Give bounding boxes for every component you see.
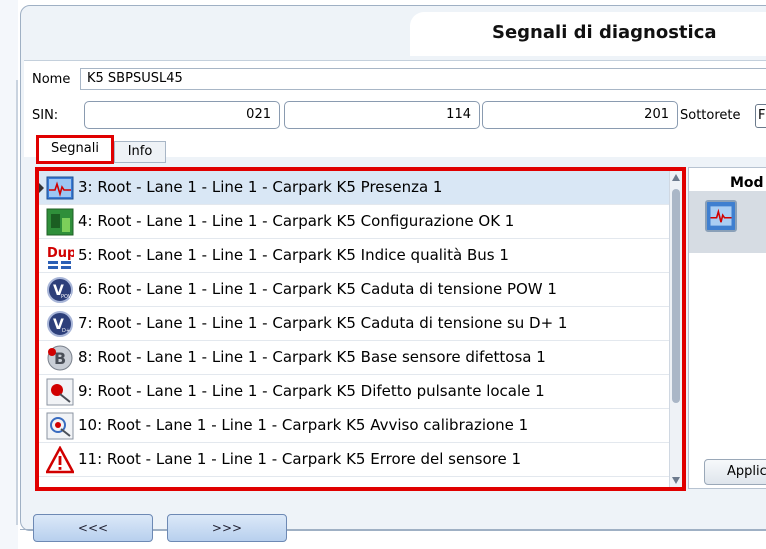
signal-row[interactable]: B 8: Root - Lane 1 - Line 1 - Carpark K5… [39, 341, 670, 375]
mode-signal-icon[interactable] [705, 200, 737, 232]
sin-field-3[interactable]: 201 [482, 101, 678, 129]
signal-label: 8: Root - Lane 1 - Line 1 - Carpark K5 B… [78, 348, 546, 366]
signal-label: 4: Root - Lane 1 - Line 1 - Carpark K5 C… [78, 212, 515, 230]
list-scrollbar[interactable] [669, 171, 682, 487]
signal-label: 5: Root - Lane 1 - Line 1 - Carpark K5 I… [78, 246, 509, 264]
presence-signal-icon [46, 176, 74, 200]
signal-label: 10: Root - Lane 1 - Line 1 - Carpark K5 … [78, 416, 529, 434]
left-margin [0, 0, 18, 549]
local-button-fault-icon [46, 378, 74, 406]
svg-text:D+: D+ [62, 328, 70, 334]
sensor-base-fault-icon: B [47, 345, 73, 371]
sin-field-2[interactable]: 114 [284, 101, 480, 129]
voltage-drop-pow-icon: V POW [47, 277, 73, 303]
signal-label: 7: Root - Lane 1 - Line 1 - Carpark K5 C… [78, 314, 568, 332]
svg-text:POW: POW [61, 294, 73, 300]
signal-row[interactable]: 11: Root - Lane 1 - Line 1 - Carpark K5 … [39, 443, 670, 477]
signal-row[interactable]: V POW 6: Root - Lane 1 - Line 1 - Carpar… [39, 273, 670, 307]
calibration-warning-icon [46, 412, 74, 440]
voltage-drop-d-icon: V D+ [47, 311, 73, 337]
subnet-field[interactable]: F [755, 104, 766, 128]
page-title: Segnali di diagnostica [492, 22, 717, 43]
signal-row[interactable]: 9: Root - Lane 1 - Line 1 - Carpark K5 D… [39, 375, 670, 409]
current-row-indicator [39, 183, 44, 193]
signal-row[interactable]: V D+ 7: Root - Lane 1 - Line 1 - Carpark… [39, 307, 670, 341]
signals-list: 3: Root - Lane 1 - Line 1 - Carpark K5 P… [35, 167, 686, 491]
name-value: K5 SBPSUSL45 [87, 71, 183, 86]
signals-list-viewport: 3: Root - Lane 1 - Line 1 - Carpark K5 P… [39, 171, 670, 487]
sin-label: SIN: [32, 108, 59, 123]
mode-label: Mod [730, 175, 764, 191]
signal-label: 9: Root - Lane 1 - Line 1 - Carpark K5 D… [78, 382, 545, 400]
name-label: Nome [32, 72, 71, 87]
signal-label: 3: Root - Lane 1 - Line 1 - Carpark K5 P… [78, 178, 443, 196]
signal-row[interactable]: Dup 5: Root - Lane 1 - Line 1 - Carpark … [39, 239, 670, 273]
signal-label: 11: Root - Lane 1 - Line 1 - Carpark K5 … [78, 450, 522, 468]
dup-icon: Dup [47, 246, 74, 269]
configuration-ok-icon [46, 208, 74, 236]
svg-text:Dup: Dup [47, 246, 74, 261]
scroll-up-icon[interactable] [672, 174, 680, 181]
subnet-label: Sottorete [680, 108, 741, 123]
signal-label: 6: Root - Lane 1 - Line 1 - Carpark K5 C… [78, 280, 557, 298]
sin-field-1[interactable]: 021 [84, 101, 280, 129]
scroll-thumb[interactable] [672, 189, 680, 403]
previous-button[interactable]: <<< [33, 514, 153, 542]
warning-triangle-icon [46, 446, 74, 474]
tab-info[interactable]: Info [114, 141, 166, 163]
signal-row[interactable]: 4: Root - Lane 1 - Line 1 - Carpark K5 C… [39, 205, 670, 239]
tab-segnali[interactable]: Segnali [36, 135, 114, 164]
scroll-down-icon[interactable] [672, 477, 680, 484]
next-button[interactable]: >>> [167, 514, 287, 542]
signal-row[interactable]: 3: Root - Lane 1 - Line 1 - Carpark K5 P… [39, 171, 670, 205]
left-divider [16, 80, 18, 525]
signal-row[interactable]: 10: Root - Lane 1 - Line 1 - Carpark K5 … [39, 409, 670, 443]
name-field[interactable]: K5 SBPSUSL45 [80, 68, 766, 90]
apply-button[interactable]: Applic [704, 459, 766, 485]
